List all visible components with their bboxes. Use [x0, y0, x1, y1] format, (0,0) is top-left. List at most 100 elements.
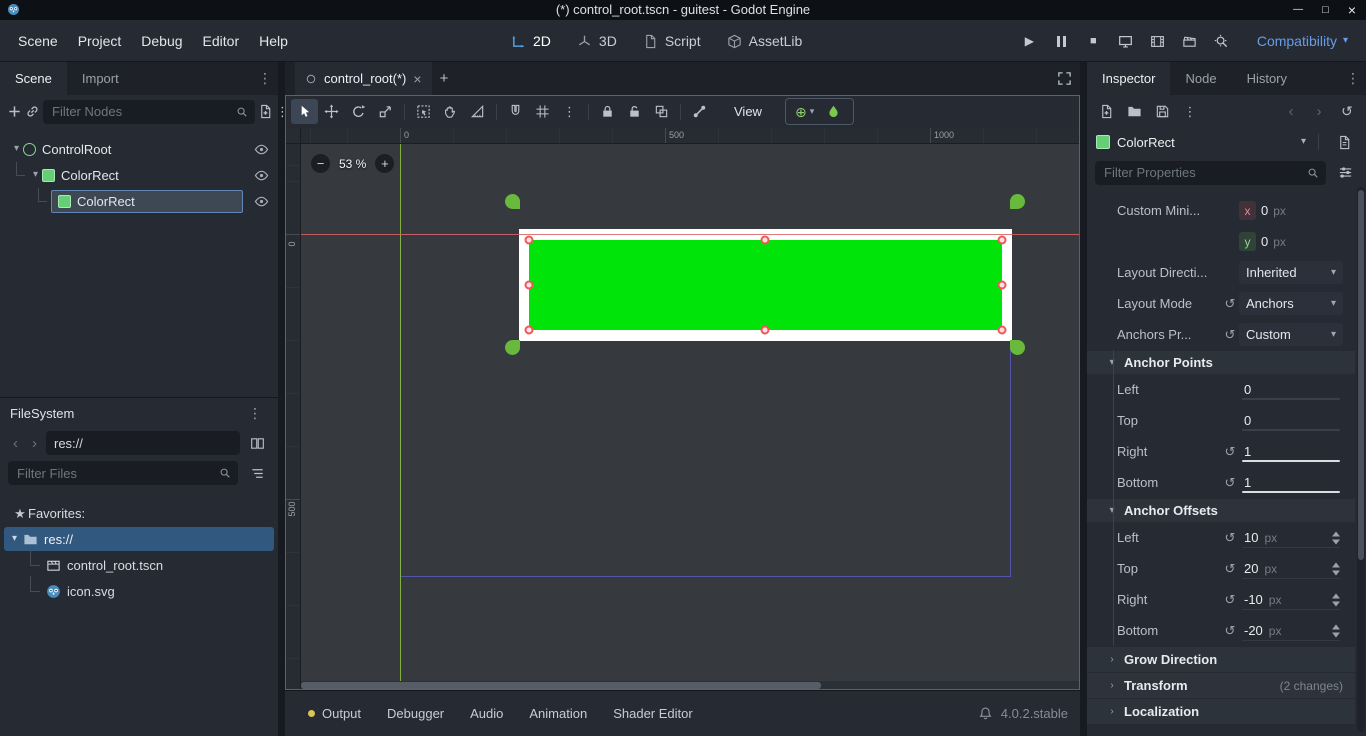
rotate-tool-button[interactable]: [345, 99, 372, 124]
property-filter-input[interactable]: [1102, 164, 1301, 181]
revert-button[interactable]: ↺: [1221, 297, 1239, 310]
collapse-arrow-icon[interactable]: ▾: [29, 170, 42, 180]
revert-button[interactable]: ↺: [1221, 445, 1239, 458]
close-tab-icon[interactable]: ×: [413, 72, 421, 86]
play-button[interactable]: ▶: [1017, 29, 1042, 54]
anchor-marker-bottom-left[interactable]: [505, 340, 520, 355]
scale-tool-button[interactable]: [372, 99, 399, 124]
anchor-marker-top-left[interactable]: [505, 194, 520, 209]
menu-debug[interactable]: Debug: [131, 27, 192, 55]
distraction-free-button[interactable]: [1057, 71, 1072, 86]
horizontal-ruler[interactable]: 0 500 1000: [301, 128, 1080, 144]
offset-top-field[interactable]: 20 px: [1239, 553, 1343, 584]
anchor-left-field[interactable]: 0: [1239, 374, 1343, 405]
revert-button[interactable]: ↺: [1221, 593, 1239, 606]
horizontal-scrollbar-thumb[interactable]: [301, 682, 821, 689]
resize-handle-top-left[interactable]: [524, 235, 534, 245]
stop-button[interactable]: ■: [1081, 29, 1106, 54]
menu-help[interactable]: Help: [249, 27, 298, 55]
new-scene-tab-button[interactable]: +: [440, 71, 449, 86]
pan-tool-button[interactable]: [437, 99, 464, 124]
bottom-tab-debugger[interactable]: Debugger: [376, 699, 455, 729]
grid-snap-toggle[interactable]: [529, 99, 556, 124]
filesystem-menu[interactable]: ⋮: [242, 397, 268, 430]
history-forward-button[interactable]: ›: [1306, 99, 1332, 123]
visibility-toggle[interactable]: [254, 142, 269, 157]
ruler-tool-button[interactable]: [464, 99, 491, 124]
section-anchor-offsets[interactable]: ▾ Anchor Offsets: [1087, 498, 1355, 522]
anchor-right-field[interactable]: 1: [1239, 436, 1343, 467]
object-history-button[interactable]: ↺: [1334, 99, 1360, 123]
view-menu-button[interactable]: View: [725, 99, 771, 124]
section-transform[interactable]: › Transform (2 changes): [1087, 672, 1355, 698]
history-back-button[interactable]: ‹: [1278, 99, 1304, 123]
bottom-tab-animation[interactable]: Animation: [518, 699, 598, 729]
attach-script-button[interactable]: [258, 100, 273, 124]
movie-maker-button[interactable]: [1177, 29, 1202, 54]
workspace-script[interactable]: Script: [635, 26, 709, 56]
notification-bell-icon[interactable]: [978, 706, 993, 721]
anchors-preset-dropdown[interactable]: Custom ▾: [1239, 323, 1343, 346]
pause-button[interactable]: [1049, 29, 1074, 54]
scene-filter-input[interactable]: [50, 103, 230, 120]
new-resource-button[interactable]: [1093, 99, 1119, 123]
lock-button[interactable]: [594, 99, 621, 124]
unlock-button[interactable]: [621, 99, 648, 124]
selected-node-box[interactable]: ColorRect: [51, 189, 243, 213]
revert-button[interactable]: ↺: [1221, 562, 1239, 575]
spin-stepper[interactable]: [1332, 624, 1340, 637]
resize-handle-left[interactable]: [524, 280, 534, 290]
zoom-level[interactable]: 53 %: [339, 157, 366, 171]
menu-scene[interactable]: Scene: [8, 27, 68, 55]
resize-handle-right[interactable]: [997, 280, 1007, 290]
nav-forward-button[interactable]: ›: [27, 436, 42, 451]
zoom-in-button[interactable]: +: [375, 154, 395, 173]
folder-row-res[interactable]: ▾ res://: [0, 526, 278, 552]
maximize-button[interactable]: □: [1322, 4, 1329, 16]
scene-dock-menu[interactable]: ⋮: [252, 62, 278, 95]
file-sort-button[interactable]: [244, 461, 270, 485]
tree-row-colorrect[interactable]: ▾ ColorRect: [0, 162, 278, 188]
anchor-marker-bottom-right[interactable]: [1010, 340, 1025, 355]
scene-tab[interactable]: control_root(*) ×: [295, 62, 432, 95]
file-row-scene[interactable]: control_root.tscn: [0, 550, 278, 578]
file-filter-input[interactable]: [15, 464, 213, 482]
open-docs-button[interactable]: [1331, 130, 1357, 154]
layout-direction-dropdown[interactable]: Inherited ▾: [1239, 261, 1343, 284]
play-current-scene-button[interactable]: [1113, 29, 1138, 54]
object-dropdown-button[interactable]: ▾: [1301, 137, 1306, 147]
anchor-marker-top-right[interactable]: [1010, 194, 1025, 209]
revert-button[interactable]: ↺: [1221, 476, 1239, 489]
resize-handle-bottom[interactable]: [760, 325, 770, 335]
vertical-ruler[interactable]: 0 500: [285, 144, 301, 690]
resize-handle-bottom-left[interactable]: [524, 325, 534, 335]
menu-project[interactable]: Project: [68, 27, 132, 55]
bottom-tab-output[interactable]: Output: [297, 699, 372, 729]
section-anchor-points[interactable]: ▾ Anchor Points: [1087, 350, 1355, 374]
group-button[interactable]: [648, 99, 675, 124]
select-tool-button[interactable]: [291, 99, 318, 124]
section-localization[interactable]: › Localization: [1087, 698, 1355, 724]
move-tool-button[interactable]: [318, 99, 345, 124]
skeleton-options-button[interactable]: [686, 99, 713, 124]
inspector-scrollbar[interactable]: [1357, 187, 1365, 732]
bottom-tab-shader-editor[interactable]: Shader Editor: [602, 699, 704, 729]
renderer-selector[interactable]: Compatibility ▾: [1251, 27, 1354, 55]
revert-button[interactable]: ↺: [1221, 531, 1239, 544]
tab-node[interactable]: Node: [1170, 62, 1231, 95]
spin-stepper[interactable]: [1332, 531, 1340, 544]
section-grow-direction[interactable]: › Grow Direction: [1087, 646, 1355, 672]
revert-button[interactable]: ↺: [1221, 328, 1239, 341]
split-view-button[interactable]: [244, 431, 270, 455]
tree-row-colorrect-selected[interactable]: ColorRect: [0, 188, 278, 214]
instance-scene-button[interactable]: [25, 100, 40, 124]
spin-stepper[interactable]: [1332, 562, 1340, 575]
tab-import[interactable]: Import: [67, 62, 134, 95]
resize-handle-bottom-right[interactable]: [997, 325, 1007, 335]
menu-editor[interactable]: Editor: [193, 27, 250, 55]
list-select-tool-button[interactable]: [410, 99, 437, 124]
file-row-svg[interactable]: icon.svg: [0, 576, 278, 604]
play-custom-scene-button[interactable]: [1145, 29, 1170, 54]
selected-folder-box[interactable]: ▾ res://: [4, 527, 274, 551]
resource-options-menu[interactable]: ⋮: [1177, 99, 1203, 123]
